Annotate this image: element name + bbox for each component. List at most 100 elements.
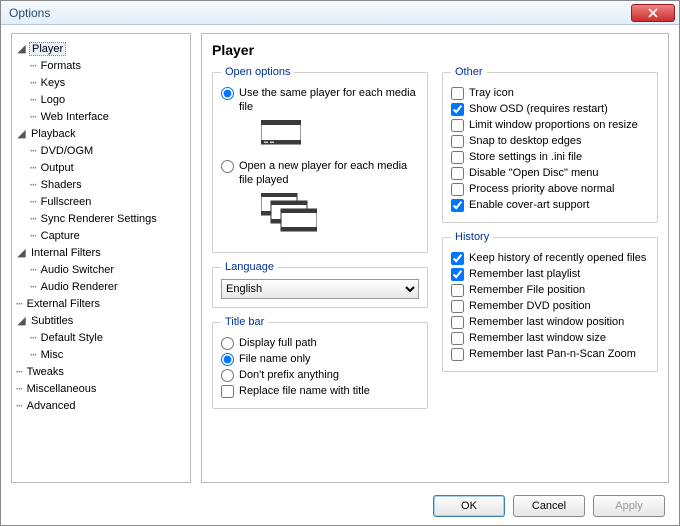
check-remember-panscan[interactable] [451, 348, 464, 361]
tree-node-fullscreen[interactable]: ⋯Fullscreen [30, 193, 186, 210]
tree-node-shaders[interactable]: ⋯Shaders [30, 176, 186, 193]
tree-node-internal-filters[interactable]: ◢ Internal Filters [16, 244, 186, 261]
tree-node-sync-renderer[interactable]: ⋯Sync Renderer Settings [30, 210, 186, 227]
tree-node-advanced[interactable]: ⋯Advanced [16, 397, 186, 414]
group-legend: Other [451, 66, 487, 78]
collapse-icon[interactable]: ◢ [16, 128, 27, 139]
check-show-osd[interactable] [451, 103, 464, 116]
tree-node-default-style[interactable]: ⋯Default Style [30, 329, 186, 346]
radio-full-path[interactable] [221, 337, 234, 350]
group-legend: Language [221, 261, 278, 273]
multi-player-icon [261, 193, 419, 236]
radio-label: File name only [239, 352, 311, 366]
open-options-group: Open options Use the same player for eac… [212, 66, 428, 253]
radio-no-prefix[interactable] [221, 369, 234, 382]
tree-node-capture[interactable]: ⋯Capture [30, 227, 186, 244]
tree-label: Logo [39, 94, 67, 106]
check-store-ini[interactable] [451, 151, 464, 164]
group-legend: Title bar [221, 316, 268, 328]
tree-node-dvdogm[interactable]: ⋯DVD/OGM [30, 142, 186, 159]
check-coverart[interactable] [451, 199, 464, 212]
other-group: Other Tray icon Show OSD (requires resta… [442, 66, 658, 223]
check-label: Replace file name with title [239, 384, 370, 398]
check-label: Remember last Pan-n-Scan Zoom [469, 347, 636, 361]
tree-label: Misc [39, 349, 66, 361]
check-tray-icon[interactable] [451, 87, 464, 100]
check-label: Show OSD (requires restart) [469, 102, 608, 116]
radio-label: Display full path [239, 336, 317, 350]
tree-node-external-filters[interactable]: ⋯External Filters [16, 295, 186, 312]
close-button[interactable] [631, 4, 675, 22]
check-remember-winpos[interactable] [451, 316, 464, 329]
tree-label: Player [29, 42, 66, 56]
tree-label: Internal Filters [29, 247, 103, 259]
check-remember-dvdpos[interactable] [451, 300, 464, 313]
close-icon [648, 8, 658, 18]
tree-node-web-interface[interactable]: ⋯Web Interface [30, 108, 186, 125]
tree-node-audio-switcher[interactable]: ⋯Audio Switcher [30, 261, 186, 278]
check-limit-proportions[interactable] [451, 119, 464, 132]
button-label: OK [461, 500, 477, 512]
tree-label: Capture [39, 230, 82, 242]
check-remember-winsize[interactable] [451, 332, 464, 345]
tree-node-tweaks[interactable]: ⋯Tweaks [16, 363, 186, 380]
check-label: Remember DVD position [469, 299, 591, 313]
tree-node-audio-renderer[interactable]: ⋯Audio Renderer [30, 278, 186, 295]
options-dialog: Options ◢ Player ⋯Formats ⋯Keys ⋯Logo ⋯W… [0, 0, 680, 526]
collapse-icon[interactable]: ◢ [16, 247, 27, 258]
tree-label: Output [39, 162, 76, 174]
tree-label: Advanced [25, 400, 78, 412]
radio-same-player[interactable] [221, 87, 234, 100]
apply-button[interactable]: Apply [593, 495, 665, 517]
history-group: History Keep history of recently opened … [442, 231, 658, 372]
radio-new-player[interactable] [221, 160, 234, 173]
check-label: Disable "Open Disc" menu [469, 166, 598, 180]
radio-file-name-only[interactable] [221, 353, 234, 366]
ok-button[interactable]: OK [433, 495, 505, 517]
tree-node-miscellaneous[interactable]: ⋯Miscellaneous [16, 380, 186, 397]
check-replace-title[interactable] [221, 385, 234, 398]
check-remember-playlist[interactable] [451, 268, 464, 281]
tree-node-subtitles[interactable]: ◢ Subtitles [16, 312, 186, 329]
collapse-icon[interactable]: ◢ [16, 315, 27, 326]
check-snap-edges[interactable] [451, 135, 464, 148]
group-legend: History [451, 231, 493, 243]
check-disable-opendisc[interactable] [451, 167, 464, 180]
tree-node-player[interactable]: ◢ Player [16, 40, 186, 57]
check-process-priority[interactable] [451, 183, 464, 196]
check-keep-history[interactable] [451, 252, 464, 265]
collapse-icon[interactable]: ◢ [16, 43, 27, 54]
radio-label: Open a new player for each media file pl… [239, 159, 419, 187]
check-label: Store settings in .ini file [469, 150, 582, 164]
check-label: Remember File position [469, 283, 585, 297]
tree-label: Playback [29, 128, 78, 140]
cancel-button[interactable]: Cancel [513, 495, 585, 517]
tree-label: Miscellaneous [25, 383, 99, 395]
tree-label: Default Style [39, 332, 105, 344]
dialog-footer: OK Cancel Apply [1, 487, 679, 525]
window-title: Options [9, 6, 631, 20]
category-tree[interactable]: ◢ Player ⋯Formats ⋯Keys ⋯Logo ⋯Web Inter… [11, 33, 191, 483]
check-remember-filepos[interactable] [451, 284, 464, 297]
check-label: Keep history of recently opened files [469, 251, 646, 265]
button-label: Cancel [532, 500, 566, 512]
tree-label: Subtitles [29, 315, 75, 327]
tree-label: DVD/OGM [39, 145, 96, 157]
tree-node-formats[interactable]: ⋯Formats [30, 57, 186, 74]
tree-label: Sync Renderer Settings [39, 213, 159, 225]
tree-node-keys[interactable]: ⋯Keys [30, 74, 186, 91]
button-label: Apply [615, 500, 643, 512]
check-label: Snap to desktop edges [469, 134, 582, 148]
check-label: Enable cover-art support [469, 198, 589, 212]
tree-label: Audio Switcher [39, 264, 116, 276]
tree-node-output[interactable]: ⋯Output [30, 159, 186, 176]
tree-node-logo[interactable]: ⋯Logo [30, 91, 186, 108]
titlebar: Options [1, 1, 679, 25]
tree-node-misc[interactable]: ⋯Misc [30, 346, 186, 363]
tree-label: Web Interface [39, 111, 111, 123]
panel-heading: Player [212, 42, 658, 58]
titlebar-group: Title bar Display full path File name on… [212, 316, 428, 409]
tree-node-playback[interactable]: ◢ Playback [16, 125, 186, 142]
check-label: Remember last playlist [469, 267, 580, 281]
language-select[interactable]: English [221, 279, 419, 299]
